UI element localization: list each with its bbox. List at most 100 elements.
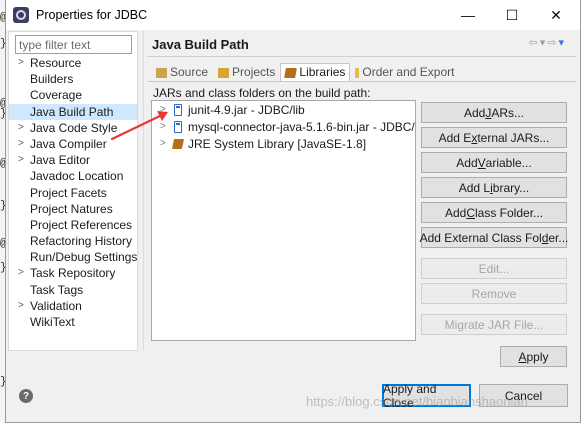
maximize-button[interactable]: ☐ <box>490 0 534 30</box>
library-label: junit-4.9.jar - JDBC/lib <box>188 103 305 117</box>
jar-icon <box>174 104 182 116</box>
button-label-part: brary... <box>492 180 530 195</box>
button-label-part: lass Folder... <box>475 205 544 220</box>
library-item[interactable]: > mysql-connector-java-5.1.6-bin.jar - J… <box>152 119 415 135</box>
help-icon[interactable]: ? <box>19 389 33 403</box>
apply-button[interactable]: Apply <box>500 346 567 367</box>
button-label-part: ARs... <box>491 105 525 120</box>
tree-item-label: Java Compiler <box>30 136 107 151</box>
edit-button[interactable]: Edit... <box>421 258 567 279</box>
tree-item-label: Validation <box>30 298 82 313</box>
tree-item-label: Javadoc Location <box>30 169 124 184</box>
tab-underline <box>148 81 576 82</box>
back-arrow-icon[interactable]: ⇦ <box>529 37 540 49</box>
button-label-part: pply <box>526 349 549 364</box>
tab-label: Projects <box>232 65 276 79</box>
tree-item[interactable]: > Task Repository <box>9 265 137 281</box>
tree-item[interactable]: > Validation <box>9 298 137 314</box>
tree-item-label: Java Build Path <box>30 104 114 119</box>
tree-item[interactable]: Builders <box>9 71 137 87</box>
button-label-part: ariable... <box>485 155 532 170</box>
property-tree: > Resource Builders Coverage Java Build Path… <box>9 55 137 330</box>
tree-item[interactable]: Coverage <box>9 87 137 103</box>
button-label-part: Add External Class Fol <box>419 230 542 245</box>
tree-item[interactable]: WikiText <box>9 314 137 330</box>
expand-arrow-icon[interactable]: > <box>18 55 24 71</box>
library-icon <box>284 67 298 78</box>
add-library-button[interactable]: Add Li brary... <box>421 177 567 198</box>
mnemonic: V <box>477 155 486 170</box>
left-pane: > Resource BuildersCoverageJava Build Path… <box>8 31 138 351</box>
tree-item-label: Run/Debug Settings <box>30 250 138 265</box>
tree-item[interactable]: Javadoc Location <box>9 168 137 184</box>
button-label-part: ternal JARs... <box>477 130 550 145</box>
tab-label: Order and Export <box>362 65 455 79</box>
close-button[interactable]: ✕ <box>534 0 578 30</box>
page-title: Java Build Path <box>152 37 249 52</box>
add-class-folder-button[interactable]: Add Class Folder... <box>421 202 567 223</box>
expand-arrow-icon[interactable]: > <box>18 136 24 152</box>
add-external-jars-button[interactable]: Add Ex ternal JARs... <box>421 127 567 148</box>
button-label-part: Add L <box>458 180 491 195</box>
tree-item-label: Builders <box>30 72 74 87</box>
tab-bar: Source Projects Libraries Order and Expo… <box>151 63 459 82</box>
expand-arrow-icon[interactable]: > <box>160 102 166 118</box>
add-jars-button[interactable]: Add J ARs... <box>421 102 567 123</box>
tab-source[interactable]: Source <box>151 63 213 82</box>
add-external-class-folder-button[interactable]: Add External Class Fol d er... <box>419 227 568 248</box>
project-icon <box>218 67 230 78</box>
button-label-part: Add E <box>438 130 472 145</box>
tree-item-label: Refactoring History <box>30 234 133 249</box>
tree-item-label: Project References <box>30 217 133 232</box>
tree-item[interactable]: Refactoring History <box>9 233 137 249</box>
tree-item-label: Coverage <box>30 88 83 103</box>
mnemonic: C <box>466 205 475 220</box>
tree-item[interactable]: Run/Debug Settings <box>9 249 137 265</box>
tab-projects[interactable]: Projects <box>213 63 280 82</box>
expand-arrow-icon[interactable]: > <box>18 265 24 281</box>
tree-item-label: Project Natures <box>30 201 113 216</box>
filter-input[interactable] <box>15 35 132 54</box>
tree-item-label: Resource <box>30 56 82 70</box>
tree-item[interactable]: Java Build Path <box>9 103 137 120</box>
add-variable-button[interactable]: Add Variable... <box>421 152 567 173</box>
pane-divider[interactable] <box>143 31 144 351</box>
library-item[interactable]: > junit-4.9.jar - JDBC/lib <box>152 102 415 118</box>
migrate-jar-button[interactable]: Migrate JAR File... <box>421 314 567 335</box>
jar-icon <box>174 121 182 133</box>
tab-libraries[interactable]: Libraries <box>280 63 351 82</box>
tab-label: Libraries <box>299 65 346 79</box>
tree-item[interactable]: > Java Code Style <box>9 120 137 136</box>
tree-item[interactable]: > Java Editor <box>9 152 137 168</box>
tab-order-and-export[interactable]: Order and Export <box>350 63 459 82</box>
title-bar[interactable]: Properties for JDBC — ☐ ✕ <box>6 0 580 30</box>
remove-button[interactable]: Remove <box>421 283 567 304</box>
library-item[interactable]: > JRE System Library [JavaSE-1.8] <box>152 136 415 152</box>
tab-label: Source <box>170 65 209 79</box>
expand-arrow-icon[interactable]: > <box>18 152 24 168</box>
properties-dialog: Properties for JDBC — ☐ ✕ > Resource Build… <box>5 0 581 423</box>
tree-item-label: Java Editor <box>30 153 91 168</box>
header-separator <box>147 56 576 57</box>
expand-arrow-icon[interactable]: > <box>160 119 166 135</box>
forward-menu-icon[interactable]: ▾ <box>558 37 566 49</box>
forward-arrow-icon[interactable]: ⇨ <box>547 37 558 49</box>
tree-item[interactable]: > Java Compiler <box>9 136 137 152</box>
minimize-button[interactable]: — <box>446 0 490 30</box>
library-label: mysql-connector-java-5.1.6-bin.jar - JDB… <box>188 120 416 134</box>
button-label-part: Add <box>463 105 486 120</box>
expand-arrow-icon[interactable]: > <box>18 298 24 314</box>
source-folder-icon <box>156 67 167 78</box>
tree-item-label: Java Code Style <box>30 120 118 135</box>
tree-item[interactable]: > Resource <box>9 55 137 71</box>
tree-item[interactable]: Project Facets <box>9 185 137 201</box>
expand-arrow-icon[interactable]: > <box>18 120 24 136</box>
expand-arrow-icon[interactable]: > <box>160 136 166 152</box>
tree-item[interactable]: Project References <box>9 217 137 233</box>
tree-item-label: Task Tags <box>30 282 84 297</box>
mnemonic: d <box>541 230 549 245</box>
library-list[interactable]: > junit-4.9.jar - JDBC/lib > mysql-conne… <box>151 100 416 341</box>
tree-item[interactable]: Task Tags <box>9 282 137 298</box>
library-label: JRE System Library [JavaSE-1.8] <box>188 137 367 151</box>
tree-item[interactable]: Project Natures <box>9 201 137 217</box>
